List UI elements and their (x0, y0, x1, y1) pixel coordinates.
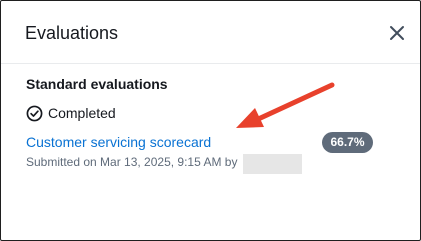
evaluations-panel: Evaluations Standard evaluations Complet… (0, 0, 421, 241)
check-circle-icon (26, 105, 43, 121)
close-button[interactable] (387, 23, 407, 43)
panel-header: Evaluations (1, 1, 420, 64)
redacted-submitter (243, 154, 302, 174)
status-label: Completed (48, 105, 116, 121)
close-icon (390, 26, 404, 40)
score-badge: 66.7% (322, 132, 373, 153)
submitted-info: Submitted on Mar 13, 2025, 9:15 AM by (26, 155, 238, 169)
section-title: Standard evaluations (26, 76, 168, 92)
evaluation-link[interactable]: Customer servicing scorecard (26, 133, 211, 151)
panel-title: Evaluations (25, 23, 119, 43)
status-indicator: Completed (26, 103, 116, 123)
